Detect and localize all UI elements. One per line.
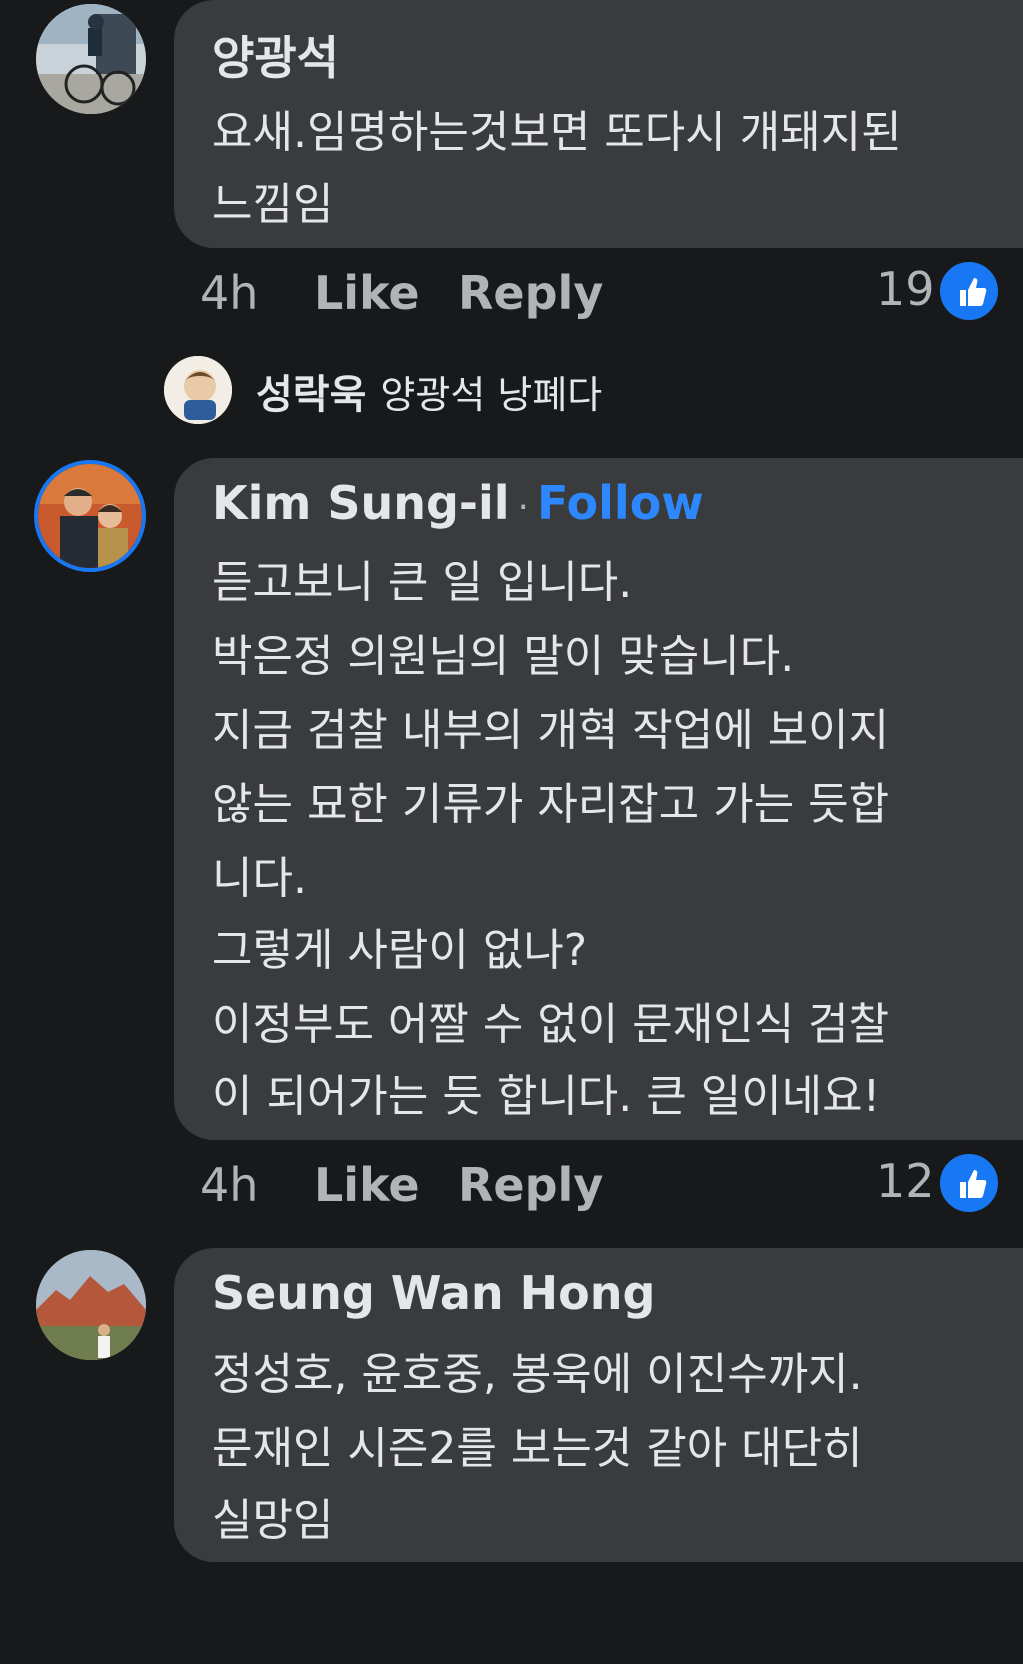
separator-dot: · xyxy=(517,487,529,528)
avatar-seong[interactable] xyxy=(164,356,232,424)
comment-timestamp[interactable]: 4h xyxy=(200,266,258,320)
reply-button[interactable]: Reply xyxy=(458,266,603,320)
avatar-kim[interactable] xyxy=(34,460,146,572)
comment-text-line: 니다. xyxy=(212,853,307,904)
reaction-count[interactable]: 19 xyxy=(876,262,935,316)
cartoon-avatar-icon xyxy=(164,356,232,424)
like-reaction-icon xyxy=(936,1150,1002,1216)
comment-text-line: 그렇게 사람이 없나? xyxy=(212,925,588,976)
landscape-photo-icon xyxy=(36,1250,146,1360)
comment-text-line: 지금 검찰 내부의 개혁 작업에 보이지 xyxy=(212,705,890,756)
like-button[interactable]: Like xyxy=(314,1158,420,1212)
comment-text-line: 박은정 의원님의 말이 맞습니다. xyxy=(212,631,795,682)
comment-text-line: 느낌임 xyxy=(212,179,334,230)
comment-text-line: 않는 묘한 기류가 자리잡고 가는 듯합 xyxy=(212,779,890,830)
reply-text: 양광석 낭폐다 xyxy=(380,373,603,417)
comment-text-line: 실망임 xyxy=(212,1495,334,1546)
comment-author-row: Kim Sung-il · Follow xyxy=(212,476,704,530)
like-reaction-icon xyxy=(936,258,1002,324)
comment-text-line: 이정부도 어짤 수 없이 문재인식 검찰 xyxy=(212,999,890,1050)
comment-timestamp[interactable]: 4h xyxy=(200,1158,258,1212)
cyclist-photo-icon xyxy=(36,4,146,114)
follow-button[interactable]: Follow xyxy=(537,476,704,530)
comment-author[interactable]: 양광석 xyxy=(212,22,339,88)
comment-text-line: 듣고보니 큰 일 입니다. xyxy=(212,557,633,608)
reply-button[interactable]: Reply xyxy=(458,1158,603,1212)
avatar-hong[interactable] xyxy=(36,1250,146,1360)
reply-author[interactable]: 성락욱 xyxy=(256,372,366,418)
reaction-count[interactable]: 12 xyxy=(876,1154,935,1208)
comment-text-line: 이 되어가는 듯 합니다. 큰 일이네요! xyxy=(212,1071,881,1122)
comment-text-line: 문재인 시즌2를 보는것 같아 대단히 xyxy=(212,1423,863,1474)
comment-author[interactable]: Seung Wan Hong xyxy=(212,1266,655,1320)
reply-preview[interactable]: 성락욱 양광석 낭폐다 xyxy=(164,356,924,426)
comment-text-line: 정성호, 윤호중, 봉욱에 이진수까지. xyxy=(212,1349,863,1400)
like-button[interactable]: Like xyxy=(314,266,420,320)
comment-text-line: 요새.임명하는것보면 또다시 개돼지된 xyxy=(212,107,902,158)
comment-author[interactable]: Kim Sung-il xyxy=(212,476,510,530)
couple-photo-icon xyxy=(38,464,142,568)
avatar-yang[interactable] xyxy=(36,4,146,114)
